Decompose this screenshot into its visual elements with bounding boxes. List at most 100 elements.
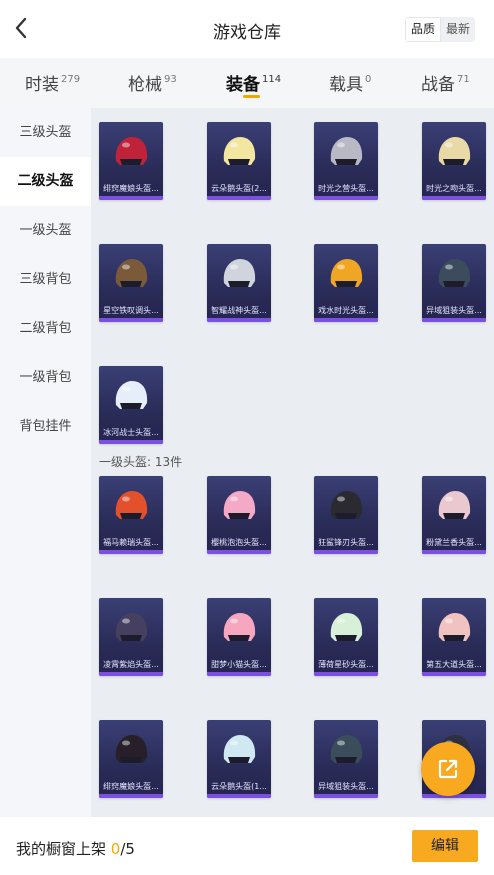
share-button[interactable] <box>421 742 475 796</box>
helmet-icon <box>438 259 471 287</box>
shelf-status: 我的橱窗上架 0/5 <box>16 838 135 859</box>
helmet-icon <box>223 137 256 165</box>
item-name: 冰河战士头盔... <box>99 426 163 440</box>
sidebar: 三级头盔 二级头盔 一级头盔 三级背包 二级背包 一级背包 背包挂件 <box>0 108 91 817</box>
item-card[interactable]: 时光之营头盔... <box>314 122 378 200</box>
tab-supplies[interactable]: 战备 71 <box>421 70 470 95</box>
sort-option-newest[interactable]: 最新 <box>441 17 475 42</box>
shelf-label: 我的橱窗上架 <box>16 840 107 858</box>
rarity-bar <box>422 318 486 322</box>
rarity-bar <box>207 672 271 676</box>
item-name: 绯窍魔娘头盔... <box>99 182 163 196</box>
helmet-icon <box>330 735 363 763</box>
item-card[interactable]: 第五大道头盔... <box>422 598 486 676</box>
item-card[interactable]: 冰河战士头盔... <box>99 366 163 444</box>
item-name: 异域狙装头盔... <box>314 780 378 794</box>
shelf-count: 0 <box>110 840 121 858</box>
item-name: 云朵鹅头盔(1... <box>207 780 271 794</box>
helmet-icon <box>115 613 148 641</box>
sidebar-item-backpack-lv3[interactable]: 三级背包 <box>0 255 91 304</box>
item-name: 第五大道头盔... <box>422 658 486 672</box>
item-card[interactable]: 福马赖瑞头盔... <box>99 476 163 554</box>
sidebar-item-helmet-lv3[interactable]: 三级头盔 <box>0 108 91 157</box>
helmet-icon <box>330 137 363 165</box>
tab-weapons[interactable]: 枪械 93 <box>128 70 177 95</box>
rarity-bar <box>99 318 163 322</box>
rarity-bar <box>314 794 378 798</box>
item-name: 甜梦小猫头盔... <box>207 658 271 672</box>
tab-count: 114 <box>262 74 282 85</box>
sidebar-item-backpack-lv2[interactable]: 二级背包 <box>0 304 91 353</box>
rarity-bar <box>99 550 163 554</box>
item-card[interactable]: 云朵鹅头盔(1... <box>207 720 271 798</box>
helmet-icon <box>223 491 256 519</box>
item-name: 狂鲨锋刃头盔... <box>314 536 378 550</box>
bottom-bar: 我的橱窗上架 0/5 编辑 <box>0 817 494 875</box>
rarity-bar <box>422 550 486 554</box>
item-card[interactable]: 云朵鹅头盔(2... <box>207 122 271 200</box>
item-card[interactable]: 戏水时光头盔... <box>314 244 378 322</box>
item-card[interactable]: 狂鲨锋刃头盔... <box>314 476 378 554</box>
external-link-icon <box>438 759 458 779</box>
sort-toggle[interactable]: 品质 最新 <box>405 17 476 42</box>
tab-equipment[interactable]: 装备 114 <box>226 70 281 95</box>
tab-vehicles[interactable]: 载具 0 <box>329 70 371 95</box>
helmet-icon <box>115 491 148 519</box>
rarity-bar <box>314 196 378 200</box>
helmet-icon <box>223 613 256 641</box>
item-card[interactable]: 时光之吻头盔... <box>422 122 486 200</box>
rarity-bar <box>422 196 486 200</box>
tab-fashion[interactable]: 时装 279 <box>25 70 80 95</box>
category-tabs: 时装 279 枪械 93 装备 114 载具 0 战备 71 <box>0 58 494 108</box>
item-card[interactable]: 樱桃泡泡头盔... <box>207 476 271 554</box>
helmet-icon <box>438 491 471 519</box>
sidebar-item-backpack-lv1[interactable]: 一级背包 <box>0 353 91 402</box>
helmet-icon <box>330 491 363 519</box>
sort-option-quality[interactable]: 品质 <box>405 17 442 42</box>
item-card[interactable]: 凌霄紫焰头盔... <box>99 598 163 676</box>
section-header-helmet-lv1: 一级头盔: 13件 <box>99 455 183 469</box>
rarity-bar <box>99 440 163 444</box>
item-name: 戏水时光头盔... <box>314 304 378 318</box>
item-card[interactable]: 薄荷星砂头盔... <box>314 598 378 676</box>
tab-label: 装备 <box>226 75 260 95</box>
item-name: 星空铁叹调头... <box>99 304 163 318</box>
item-name: 福马赖瑞头盔... <box>99 536 163 550</box>
rarity-bar <box>314 550 378 554</box>
helmet-icon <box>330 613 363 641</box>
item-grid: 绯窍魔娘头盔... 云朵鹅头盔(2... 时光之营头盔... 时光之吻头盔...… <box>91 108 494 817</box>
helmet-icon <box>115 381 148 409</box>
tab-label: 时装 <box>25 75 59 95</box>
item-name: 粉黛兰香头盔... <box>422 536 486 550</box>
tab-label: 载具 <box>329 75 363 95</box>
item-card[interactable]: 异域狙装头盔... <box>314 720 378 798</box>
item-card[interactable]: 粉黛兰香头盔... <box>422 476 486 554</box>
item-card[interactable]: 绯窍魔娘头盔... <box>99 122 163 200</box>
tab-count: 93 <box>164 74 177 85</box>
tab-count: 71 <box>457 74 470 85</box>
item-name: 凌霄紫焰头盔... <box>99 658 163 672</box>
active-tab-indicator <box>243 95 260 98</box>
rarity-bar <box>422 672 486 676</box>
sidebar-item-helmet-lv1[interactable]: 一级头盔 <box>0 206 91 255</box>
rarity-bar <box>314 672 378 676</box>
helmet-icon <box>115 259 148 287</box>
shelf-total: /5 <box>120 840 135 858</box>
edit-button[interactable]: 编辑 <box>412 830 478 862</box>
rarity-bar <box>99 196 163 200</box>
sidebar-item-backpack-charm[interactable]: 背包挂件 <box>0 402 91 451</box>
tab-label: 枪械 <box>128 75 162 95</box>
item-card[interactable]: 星空铁叹调头... <box>99 244 163 322</box>
header: 游戏仓库 品质 最新 <box>0 0 494 58</box>
helmet-icon <box>223 735 256 763</box>
item-name: 时光之吻头盔... <box>422 182 486 196</box>
rarity-bar <box>314 318 378 322</box>
item-name: 薄荷星砂头盔... <box>314 658 378 672</box>
sidebar-item-helmet-lv2[interactable]: 二级头盔 <box>0 157 91 206</box>
item-card[interactable]: 异域狙装头盔... <box>422 244 486 322</box>
helmet-icon <box>223 259 256 287</box>
item-card[interactable]: 绯窍魔娘头盔... <box>99 720 163 798</box>
item-name: 樱桃泡泡头盔... <box>207 536 271 550</box>
item-card[interactable]: 甜梦小猫头盔... <box>207 598 271 676</box>
item-card[interactable]: 智耀战神头盔... <box>207 244 271 322</box>
